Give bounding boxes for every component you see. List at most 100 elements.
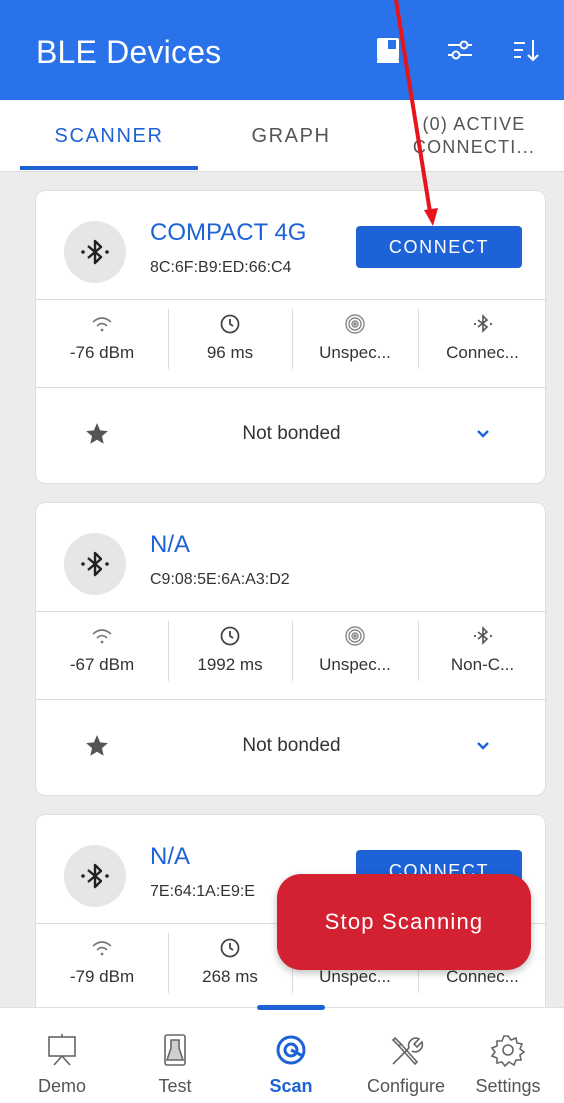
clock-icon (220, 938, 240, 958)
connectability-value: Connec... (446, 967, 519, 986)
nav-scan-label: Scan (269, 1076, 313, 1096)
rssi-stat: -67 dBm (36, 611, 168, 699)
nav-configure[interactable]: Configure (350, 1008, 462, 1103)
stat-separator (292, 309, 293, 369)
gear-icon (490, 1035, 526, 1068)
tab-active-connections-label: (0) ACTIVE CONNECTI... (413, 113, 535, 159)
connectability-value: Connec... (446, 343, 519, 362)
app-title: BLE Devices (36, 34, 222, 70)
interval-value: 268 ms (202, 967, 258, 986)
stat-separator (418, 309, 419, 369)
nav-test[interactable]: Test (119, 1008, 231, 1103)
interval-stat: 268 ms (168, 923, 292, 1007)
beacon-value: Unspec... (319, 655, 391, 674)
interval-stat: 96 ms (168, 299, 292, 387)
tools-icon (391, 1036, 424, 1066)
wifi-signal-icon (92, 941, 112, 956)
device-name: N/A (150, 843, 191, 870)
wifi-signal-icon (92, 629, 112, 644)
connectability-stat: Non-C... (418, 611, 547, 699)
bluetooth-icon (81, 239, 109, 265)
rssi-stat: -76 dBm (36, 299, 168, 387)
rssi-value: -67 dBm (69, 655, 135, 674)
bond-row: Not bonded (36, 709, 547, 779)
device-card[interactable]: N/A C9:08:5E:6A:A3:D2 -67 dBm 1992 ms Un… (35, 502, 547, 796)
sort-icon (514, 40, 539, 62)
device-name: N/A (150, 531, 191, 558)
nav-scan[interactable]: Scan (235, 1008, 347, 1103)
nav-configure-label: Configure (366, 1076, 446, 1096)
rssi-value: -76 dBm (69, 343, 135, 362)
connect-button[interactable]: CONNECT (356, 226, 522, 268)
nav-active-indicator (257, 1005, 325, 1010)
tab-graph[interactable]: GRAPH (198, 100, 384, 172)
stat-separator (168, 309, 169, 369)
stat-separator (168, 933, 169, 993)
interval-value: 96 ms (206, 343, 254, 362)
nav-settings[interactable]: Settings (452, 1008, 564, 1103)
nav-demo-label: Demo (37, 1076, 86, 1096)
flask-icon (164, 1034, 186, 1066)
bluetooth-icon (81, 863, 109, 889)
stop-scanning-button[interactable]: Stop Scanning (277, 874, 531, 970)
card-divider (36, 387, 547, 388)
clock-icon (220, 314, 240, 334)
chevron-down-icon (477, 430, 489, 438)
interval-stat: 1992 ms (168, 611, 292, 699)
book-icon (377, 38, 399, 63)
bond-row: Not bonded (36, 397, 547, 467)
wifi-signal-icon (92, 317, 112, 332)
expand-button[interactable] (474, 737, 492, 760)
nav-demo[interactable]: Demo (6, 1008, 118, 1103)
stat-separator (292, 621, 293, 681)
nav-settings-label: Settings (475, 1076, 541, 1096)
tab-indicator (20, 166, 198, 170)
connectability-stat: Connec... (418, 299, 547, 387)
tab-bar: SCANNER GRAPH (0) ACTIVE CONNECTI... (0, 100, 564, 172)
card-divider (36, 699, 547, 700)
beacon-stat: Unspec... (292, 299, 418, 387)
device-address: C9:08:5E:6A:A3:D2 (150, 571, 290, 588)
rssi-value: -79 dBm (69, 967, 135, 986)
bluetooth-icon (81, 551, 109, 577)
expand-button[interactable] (474, 425, 492, 448)
bond-status: Not bonded (242, 735, 341, 756)
chevron-down-icon (477, 742, 489, 750)
device-address: 7E:64:1A:E9:E (150, 883, 255, 900)
beacon-value: Unspec... (319, 967, 391, 986)
device-card[interactable]: COMPACT 4G 8C:6F:B9:ED:66:C4 CONNECT -76… (35, 190, 547, 484)
filter-sliders-icon (448, 40, 472, 60)
clock-icon (220, 626, 240, 646)
stat-separator (168, 621, 169, 681)
connectability-value: Non-C... (450, 655, 515, 674)
scan-target-icon (276, 1035, 306, 1065)
beacon-icon (345, 314, 365, 334)
interval-value: 1992 ms (197, 655, 263, 674)
device-avatar (64, 221, 126, 283)
book-button[interactable] (368, 30, 408, 70)
device-avatar (64, 845, 126, 907)
tab-active-connections[interactable]: (0) ACTIVE CONNECTI... (384, 100, 564, 172)
bond-status: Not bonded (242, 423, 341, 444)
tab-active-line2: CONNECTI... (412, 137, 536, 157)
bottom-navigation: Demo Test Scan Configure Settings (0, 1007, 564, 1103)
tab-scanner-label: SCANNER (54, 124, 164, 147)
beacon-stat: Unspec... (292, 611, 418, 699)
nav-test-label: Test (158, 1076, 192, 1096)
beacon-icon (345, 626, 365, 646)
bluetooth-small-icon (473, 626, 492, 645)
beacon-value: Unspec... (319, 343, 391, 362)
app-bar: BLE Devices (0, 0, 564, 100)
device-avatar (64, 533, 126, 595)
stat-separator (418, 621, 419, 681)
tab-active-line1: (0) ACTIVE (422, 114, 526, 134)
device-name: COMPACT 4G (150, 219, 307, 246)
bluetooth-small-icon (473, 314, 492, 333)
tab-graph-label: GRAPH (251, 124, 331, 147)
rssi-stat: -79 dBm (36, 923, 168, 1007)
monitor-easel-icon (48, 1034, 76, 1066)
sort-button[interactable] (506, 30, 546, 70)
filter-button[interactable] (440, 30, 480, 70)
tab-scanner[interactable]: SCANNER (20, 100, 198, 172)
device-address: 8C:6F:B9:ED:66:C4 (150, 259, 292, 276)
